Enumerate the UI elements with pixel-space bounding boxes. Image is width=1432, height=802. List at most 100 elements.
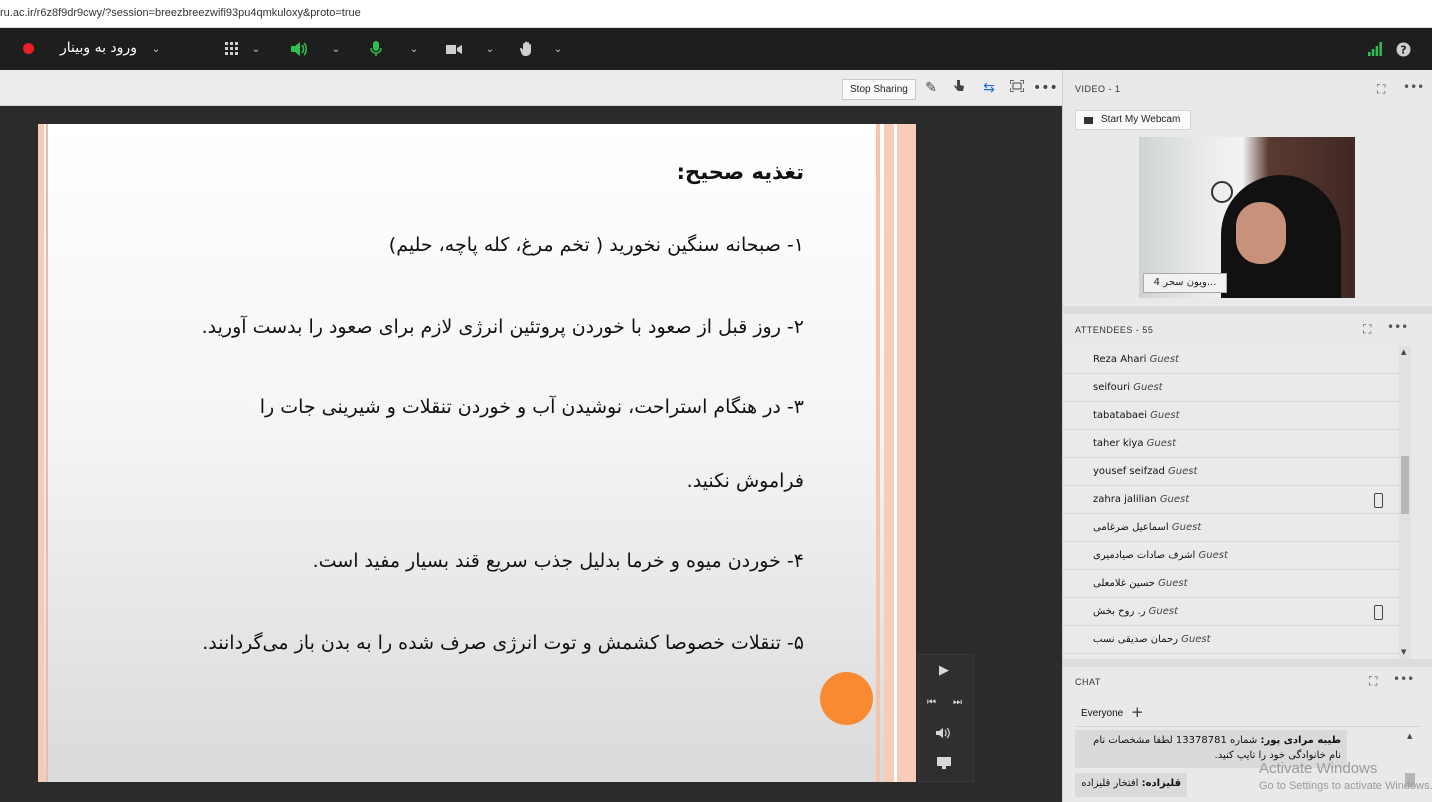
attendee-name-text: taher kiya Guest: [1093, 438, 1176, 449]
play-icon[interactable]: ▶: [939, 663, 949, 679]
attendee-row[interactable]: Reza Ahari Guest: [1063, 346, 1399, 374]
attendees-more-icon[interactable]: •••: [1387, 320, 1408, 334]
video-count: - 1: [1108, 84, 1121, 94]
attendee-role: Guest: [1150, 410, 1180, 421]
pod-divider: [1063, 659, 1432, 667]
volume-icon[interactable]: [935, 727, 951, 744]
attendee-row[interactable]: seifouri Guest: [1063, 374, 1399, 402]
camera-icon[interactable]: [444, 28, 464, 70]
slide-line-3-cont: فراموش نکنید.: [686, 470, 804, 492]
attendee-row[interactable]: رحمان صدیقی نسب Guest: [1063, 626, 1399, 654]
presenter-pointer-dot: [820, 672, 873, 725]
slide-right-white-line: [894, 124, 897, 782]
attendee-name: ر. روح بخش: [1093, 606, 1146, 617]
url-text: ru.ac.ir/r6z8f9dr9cwy/?session=breezbree…: [0, 7, 361, 19]
attendee-name: Reza Ahari: [1093, 354, 1147, 365]
microphone-icon[interactable]: [366, 28, 386, 70]
scroll-down-icon[interactable]: ▼: [1401, 648, 1406, 656]
video-fullscreen-icon[interactable]: ⛶: [1377, 82, 1385, 97]
slide-right-thin-stripe: [876, 124, 880, 782]
apps-chevron-icon[interactable]: ⌄: [250, 28, 262, 70]
right-pods-panel: VIDEO - 1 ⛶ ••• Start My Webcam ...ویون …: [1062, 70, 1432, 802]
stop-sharing-button[interactable]: Stop Sharing: [842, 79, 916, 100]
slide-line-3: ۳- در هنگام استراحت، نوشیدن آب و خوردن ت…: [259, 396, 804, 418]
pod-divider: [1063, 306, 1432, 314]
chat-fullscreen-icon[interactable]: ⛶: [1369, 674, 1377, 689]
video-feed: ...ویون سحر 4: [1139, 137, 1355, 298]
draw-pen-icon[interactable]: ✎: [922, 79, 940, 97]
attendee-row[interactable]: taher kiya Guest: [1063, 430, 1399, 458]
apps-grid-icon[interactable]: [222, 28, 242, 70]
fullscreen-icon[interactable]: [1008, 79, 1026, 97]
attendee-name: yousef seifzad: [1093, 466, 1165, 477]
attendee-name: zahra jalilian: [1093, 494, 1157, 505]
help-icon[interactable]: ?: [1394, 28, 1412, 70]
speaker-chevron-icon[interactable]: ⌄: [330, 28, 342, 70]
chat-pod-title: CHAT: [1075, 677, 1101, 687]
previous-icon[interactable]: ⏮: [927, 695, 936, 711]
attendee-name: حسین غلامعلی: [1093, 578, 1155, 589]
attendees-fullscreen-icon[interactable]: ⛶: [1363, 322, 1371, 337]
attendee-name: رحمان صدیقی نسب: [1093, 634, 1178, 645]
record-dot-icon[interactable]: [23, 43, 34, 54]
video-more-icon[interactable]: •••: [1403, 80, 1424, 94]
activate-windows-subtitle: Go to Settings to activate Windows.: [1259, 780, 1432, 792]
slide-line-4: ۴- خوردن میوه و خرما بدلیل جذب سریع قند …: [312, 550, 804, 572]
video-name-tag: ...ویون سحر 4: [1143, 273, 1227, 293]
attendee-row[interactable]: اسماعیل ضرغامی Guest: [1063, 514, 1399, 542]
meeting-toolbar: ورود به وبینار ⌄ ⌄ ⌄ ⌄ ⌄ ⌄ ?: [0, 28, 1432, 70]
attendee-row[interactable]: ر. روح بخش Guest: [1063, 598, 1399, 626]
attendee-name-text: Reza Ahari Guest: [1093, 354, 1179, 365]
chat-scroll-up-icon[interactable]: ▲: [1407, 732, 1412, 740]
chat-more-icon[interactable]: •••: [1393, 672, 1414, 686]
browser-address-bar[interactable]: ru.ac.ir/r6z8f9dr9cwy/?session=breezbree…: [0, 0, 1432, 28]
slide-title: تغذیه صحیح:: [676, 160, 804, 184]
raise-hand-icon[interactable]: [516, 28, 538, 70]
chat-sender: طیبه مرادی پور:: [1260, 735, 1341, 746]
meeting-title[interactable]: ورود به وبینار: [60, 40, 137, 56]
screen-share-icon[interactable]: [937, 757, 951, 774]
chat-sender: قلیزاده:: [1141, 778, 1181, 789]
attendee-name-text: رحمان صدیقی نسب Guest: [1093, 634, 1211, 645]
slide-line-2: ۲- روز قبل از صعود با خوردن پروتئین انرژ…: [201, 316, 804, 338]
attendee-row[interactable]: tabatabaei Guest: [1063, 402, 1399, 430]
microphone-chevron-icon[interactable]: ⌄: [408, 28, 420, 70]
attendee-scrollbar[interactable]: ▲ ▼: [1399, 346, 1411, 659]
shared-slide: تغذیه صحیح: ۱- صبحانه سنگین نخورید ( تخم…: [38, 124, 916, 782]
attendee-row[interactable]: اشرف صادات صیادمیری Guest: [1063, 542, 1399, 570]
add-chat-tab-icon[interactable]: +: [1131, 703, 1144, 721]
attendee-row[interactable]: yousef seifzad Guest: [1063, 458, 1399, 486]
attendee-name-text: seifouri Guest: [1093, 382, 1163, 393]
meeting-menu-chevron-icon[interactable]: ⌄: [150, 28, 162, 70]
start-webcam-button[interactable]: Start My Webcam: [1075, 110, 1191, 130]
attendee-name: seifouri: [1093, 382, 1131, 393]
more-options-icon[interactable]: •••: [1033, 79, 1058, 97]
swap-arrows-icon[interactable]: ⇆: [980, 79, 998, 97]
attendee-name-text: yousef seifzad Guest: [1093, 466, 1197, 477]
attendee-scroll-thumb[interactable]: [1401, 456, 1409, 514]
speaker-face: [1236, 202, 1286, 264]
pointer-hand-icon[interactable]: [950, 79, 968, 97]
svg-text:?: ?: [1400, 43, 1406, 56]
next-icon[interactable]: ⏭: [953, 695, 962, 711]
attendee-row[interactable]: حسین غلامعلی Guest: [1063, 570, 1399, 598]
attendee-name-text: اسماعیل ضرغامی Guest: [1093, 522, 1201, 533]
chat-tab-everyone[interactable]: Everyone: [1081, 708, 1123, 719]
raise-hand-chevron-icon[interactable]: ⌄: [552, 28, 564, 70]
camera-chevron-icon[interactable]: ⌄: [484, 28, 496, 70]
attendee-name: taher kiya: [1093, 438, 1144, 449]
attendee-row[interactable]: zahra jalilian Guest: [1063, 486, 1399, 514]
share-pod-header: Stop Sharing ✎ ⇆ •••: [0, 70, 1062, 106]
activate-windows-title: Activate Windows: [1259, 760, 1378, 777]
attendee-role: Guest: [1133, 382, 1163, 393]
webcam-label: Start My Webcam: [1101, 114, 1181, 125]
attendee-list: Reza Ahari Guest seifouri Guest tabataba…: [1063, 346, 1399, 659]
attendee-name-text: حسین غلامعلی Guest: [1093, 578, 1188, 589]
attendee-role: Guest: [1198, 550, 1228, 561]
attendee-role: Guest: [1149, 354, 1179, 365]
attendee-name: اشرف صادات صیادمیری: [1093, 550, 1196, 561]
scroll-up-icon[interactable]: ▲: [1401, 348, 1406, 356]
attendee-name-text: اشرف صادات صیادمیری Guest: [1093, 550, 1228, 561]
attendees-count: - 55: [1135, 325, 1154, 335]
speaker-icon[interactable]: [288, 28, 310, 70]
